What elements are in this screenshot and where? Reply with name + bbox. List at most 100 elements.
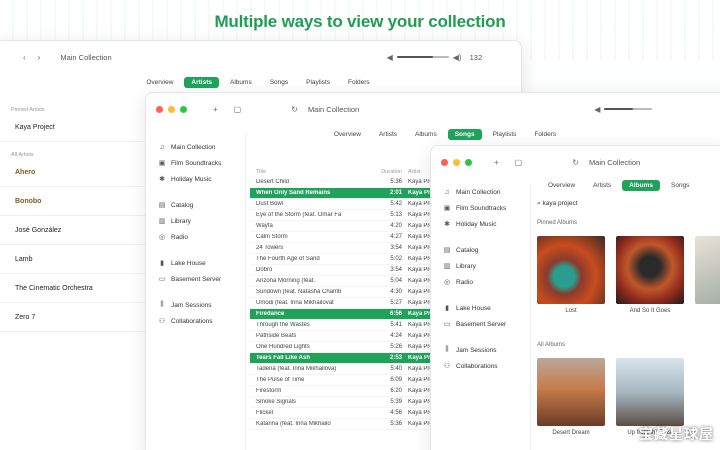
sidebar-item[interactable]: ▮ Lake House: [146, 255, 245, 271]
sidebar-item[interactable]: ⫼ Jam Sessions: [146, 297, 245, 313]
sidebar-item[interactable]: ⫼ Jam Sessions: [431, 342, 530, 358]
headline: Multiple ways to view your collection: [214, 12, 506, 31]
table-row[interactable]: Katarina (feat. Irina Mikhailo 5:36 Kaya P…: [250, 419, 450, 430]
sidebar-item[interactable]: ✱ Holiday Music: [431, 216, 530, 232]
sidebar-item[interactable]: ◎ Radio: [431, 274, 530, 290]
tab-songs[interactable]: Songs: [447, 129, 482, 140]
sidebar-item[interactable]: ♫ Main Collection: [146, 139, 245, 155]
tab-overview[interactable]: Overview: [139, 77, 180, 88]
tab-playlists[interactable]: Playlists: [299, 77, 337, 88]
sidebar-item[interactable]: ▣ Film Soundtracks: [431, 200, 530, 216]
tab-songs[interactable]: Songs: [263, 77, 295, 88]
table-row[interactable]: Smoke Signals 5:39 Kaya Project: [250, 397, 450, 408]
close-button[interactable]: [441, 158, 448, 166]
sidebar-item[interactable]: ♫ Main Collection: [431, 184, 530, 200]
sidebar-item[interactable]: ⚇ Collaborations: [431, 358, 530, 374]
table-row[interactable]: The Fourth Age of Sand 5:02 Kaya Project: [250, 254, 450, 265]
column-title[interactable]: Title: [250, 169, 376, 175]
add-icon[interactable]: +: [494, 158, 499, 167]
refresh-icon[interactable]: ↻: [572, 158, 579, 167]
sidebar-item[interactable]: ▮ Lake House: [431, 300, 530, 316]
artist-item[interactable]: Bonobo: [0, 187, 147, 216]
sidebar-item[interactable]: ▣ Film Soundtracks: [146, 155, 245, 171]
table-row[interactable]: The Pulse of Time 6:09 Kaya Project: [250, 375, 450, 386]
snowflake-icon: ✱: [444, 221, 450, 228]
tab-folders[interactable]: Folders: [527, 129, 563, 140]
artist-item[interactable]: José González: [0, 216, 147, 245]
volume-slider[interactable]: [396, 56, 449, 58]
album-cover[interactable]: [537, 236, 605, 304]
column-duration[interactable]: Duration: [376, 169, 402, 175]
minimize-button[interactable]: [453, 158, 460, 166]
zoom-button[interactable]: [180, 105, 187, 113]
add-icon[interactable]: +: [213, 105, 218, 114]
table-row[interactable]: Eye of the Storm (feat. Omar Fa 5:13 Kaya …: [250, 210, 450, 221]
table-row[interactable]: When Only Sand Remains 2:01 Kaya Project: [250, 188, 450, 199]
song-duration: 5:41: [390, 322, 402, 328]
tab-artists[interactable]: Artists: [586, 180, 618, 191]
sidebar-item[interactable]: ⚇ Collaborations: [146, 313, 245, 329]
table-row[interactable]: Tears Fall Like Ash 2:53 Kaya Project: [250, 353, 450, 364]
search-value: kaya project: [542, 200, 578, 207]
back-icon[interactable]: ‹: [23, 53, 26, 62]
tab-artists[interactable]: Artists: [184, 77, 220, 88]
tab-overview[interactable]: Overview: [327, 129, 368, 140]
sidebar-item[interactable]: ▤ Catalog: [146, 197, 245, 213]
forward-icon[interactable]: ›: [38, 53, 41, 62]
album-cover[interactable]: [616, 236, 684, 304]
table-row[interactable]: Sundown (feat. Natasha Chamb 4:30 Kaya Pro…: [250, 287, 450, 298]
tab-songs[interactable]: Songs: [664, 180, 696, 191]
table-row[interactable]: Firedance 6:56 Kaya Project: [250, 309, 450, 320]
album-cover[interactable]: [537, 358, 605, 426]
sidebar-toggle-icon[interactable]: ▢: [234, 105, 242, 114]
table-row[interactable]: Through the Wastes 5:41 Kaya Project: [250, 320, 450, 331]
artist-item[interactable]: Lamb: [0, 245, 147, 274]
sidebar-item[interactable]: ▭ Basement Server: [146, 271, 245, 287]
table-row[interactable]: Dobro 3:54 Kaya Project: [250, 265, 450, 276]
artist-item[interactable]: Zero 7: [0, 303, 147, 332]
search-field[interactable]: ⌕ kaya project: [537, 200, 578, 208]
speaker-icon: ▮: [160, 260, 164, 267]
table-row[interactable]: Calm Storm 4:27 Kaya Project: [250, 232, 450, 243]
table-row[interactable]: 24 Towers 3:54 Kaya Project: [250, 243, 450, 254]
artist-item[interactable]: The Cinematic Orchestra: [0, 274, 147, 303]
sidebar-item[interactable]: ▥ Library: [146, 213, 245, 229]
sidebar-toggle-icon[interactable]: ▢: [515, 158, 523, 167]
minimize-button[interactable]: [168, 105, 175, 113]
table-row[interactable]: Dust Bowl 5:42 Kaya Project: [250, 199, 450, 210]
sidebar-item[interactable]: ▤ Catalog: [431, 242, 530, 258]
artist-item[interactable]: Ahero: [0, 158, 147, 187]
pinned-artist-item[interactable]: Kaya Project: [0, 113, 147, 142]
refresh-icon[interactable]: ↻: [291, 105, 298, 114]
tab-folders[interactable]: Folders: [341, 77, 377, 88]
window-title: Main Collection: [307, 104, 360, 114]
sidebar-item[interactable]: ▥ Library: [431, 258, 530, 274]
song-title: Sundown (feat. Natasha Chamb: [256, 289, 342, 295]
table-row[interactable]: Arizona Morning (feat. 5:04 Kaya Project: [250, 276, 450, 287]
volume-slider[interactable]: [604, 108, 653, 110]
table-row[interactable]: Wayfa 4:20 Kaya Project: [250, 221, 450, 232]
table-row[interactable]: Flicker 4:56 Kaya Project: [250, 408, 450, 419]
close-button[interactable]: [156, 105, 163, 113]
album-cover[interactable]: [616, 358, 684, 426]
table-row[interactable]: Firestorm 6:20 Kaya Project: [250, 386, 450, 397]
tab-artists[interactable]: Artists: [372, 129, 404, 140]
table-row[interactable]: Umodi (feat. Irina Mikhailovat 5:27 Kaya P…: [250, 298, 450, 309]
table-row[interactable]: Desert Child 5:36 Kaya Project: [250, 177, 450, 188]
table-row[interactable]: Pathside Beats 4:24 Kaya Project: [250, 331, 450, 342]
equalizer-icon: ⫼: [160, 301, 164, 308]
tab-albums[interactable]: Albums: [408, 129, 444, 140]
sidebar-item[interactable]: ✱ Holiday Music: [146, 171, 245, 187]
table-row[interactable]: One Hundred Lights 5:26 Kaya Project: [250, 342, 450, 353]
album-cover[interactable]: [695, 236, 720, 304]
tab-albums[interactable]: Albums: [223, 77, 259, 88]
table-row[interactable]: Tadena (feat. Irina Mikhailova) 5:40 Kaya …: [250, 364, 450, 375]
tab-albums[interactable]: Albums: [622, 180, 660, 191]
zoom-button[interactable]: [465, 158, 472, 166]
tab-playlists[interactable]: Playlists: [486, 129, 524, 140]
sidebar-item[interactable]: ▭ Basement Server: [431, 316, 530, 332]
radio-icon: ◎: [158, 234, 166, 241]
tab-overview[interactable]: Overview: [541, 180, 582, 191]
sidebar-item[interactable]: ◎ Radio: [146, 229, 245, 245]
